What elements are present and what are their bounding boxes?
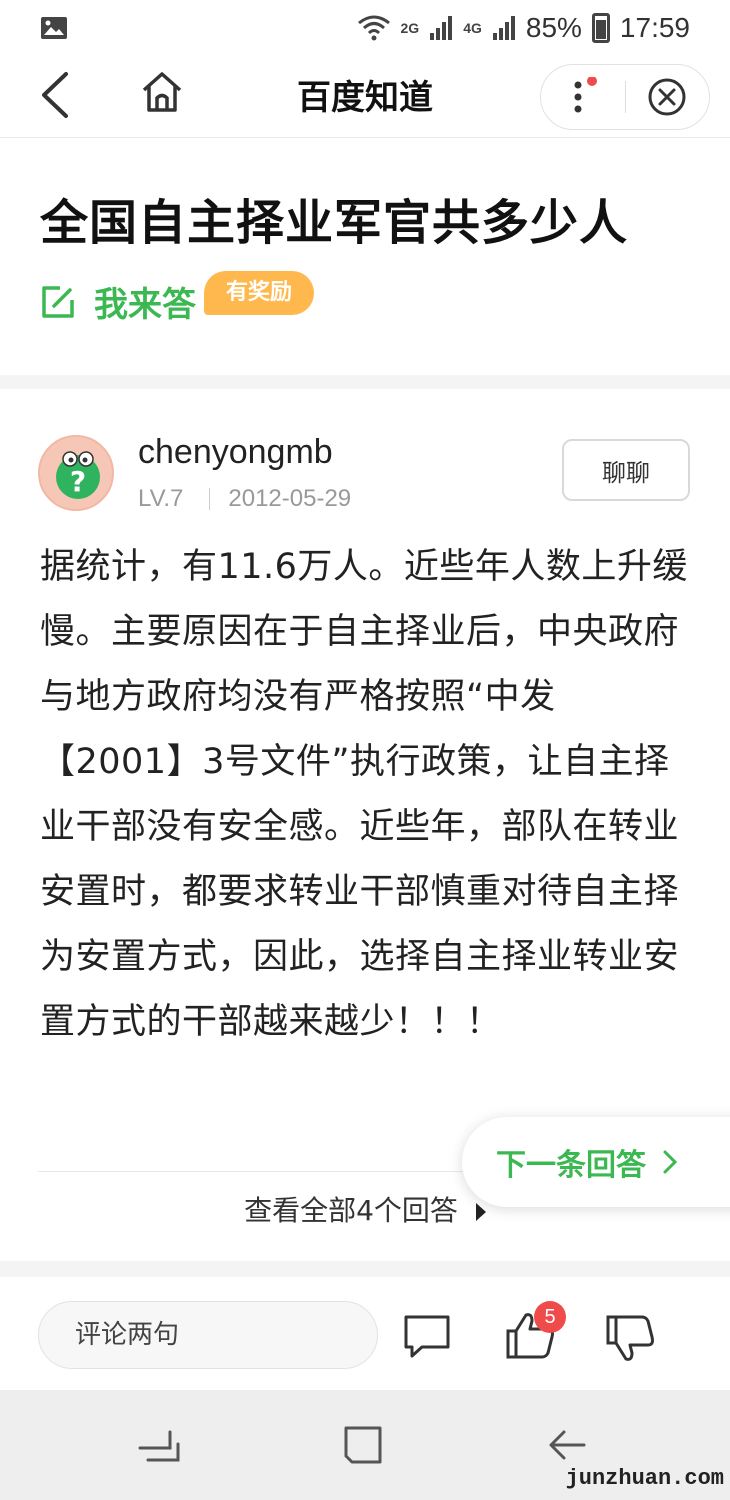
close-button[interactable] (626, 65, 710, 129)
network-4g-label: 4G (463, 20, 482, 36)
question-title: 全国自主择业军官共多少人 (40, 195, 629, 251)
triangle-right-icon (475, 1203, 486, 1221)
answer-text: 据统计，有11.6万人。近些年人数上升缓慢。主要原因在于自主择业后，中央政府与地… (40, 547, 688, 1042)
edit-icon (42, 285, 74, 318)
view-all-label: 查看全部4个回答 (244, 1194, 458, 1227)
svg-text:?: ? (70, 465, 86, 498)
section-divider (0, 375, 730, 389)
mini-program-capsule (540, 64, 710, 130)
system-nav-bar: junzhuan.com (0, 1390, 730, 1500)
next-answer-label: 下一条回答 (496, 1148, 646, 1183)
answer-question-button[interactable]: 我来答 (40, 277, 196, 326)
chevron-right-icon (663, 1150, 678, 1174)
status-bar: 2G 4G 85% 17:59 (0, 0, 730, 56)
comment-input[interactable]: 评论两句 (38, 1301, 378, 1369)
chat-button[interactable]: 聊聊 (562, 439, 690, 501)
top-nav-bar: 百度知道 (0, 56, 730, 138)
home-icon[interactable] (140, 70, 184, 114)
avatar[interactable]: ? (38, 435, 114, 511)
bottom-action-bar: 评论两句 5 (0, 1277, 730, 1390)
battery-percent: 85% (525, 12, 582, 43)
user-meta: LV.7 2012-05-29 (138, 485, 351, 513)
more-button[interactable] (541, 65, 625, 129)
battery-icon (591, 13, 610, 43)
signal-icon (492, 16, 515, 40)
answer-date: 2012-05-29 (228, 485, 352, 512)
like-count-badge: 5 (534, 1301, 566, 1333)
clock: 17:59 (619, 12, 690, 43)
user-level: LV.7 (138, 485, 184, 512)
back-arrow-icon[interactable] (546, 1424, 588, 1466)
answer-card: ? chenyongmb LV.7 2012-05-29 聊聊 据统计，有11.… (0, 389, 730, 1261)
image-notification-icon (41, 17, 67, 39)
network-2g-label: 2G (400, 20, 420, 36)
section-divider (0, 1261, 730, 1277)
home-square-icon[interactable] (342, 1424, 384, 1466)
recent-apps-icon[interactable] (138, 1426, 180, 1466)
signal-icon (430, 16, 453, 40)
comment-icon[interactable] (400, 1309, 454, 1363)
back-icon[interactable] (36, 70, 76, 120)
close-icon (648, 78, 686, 116)
question-header: 全国自主择业军官共多少人 我来答 有奖励 (0, 139, 730, 375)
user-name[interactable]: chenyongmb (138, 433, 333, 472)
meta-separator (209, 488, 211, 510)
watermark: junzhuan.com (565, 1466, 724, 1491)
next-answer-button[interactable]: 下一条回答 (462, 1117, 730, 1207)
answer-button-label: 我来答 (94, 285, 196, 325)
reward-badge: 有奖励 (204, 271, 315, 315)
wifi-icon (357, 15, 390, 41)
thumbs-down-icon[interactable] (602, 1311, 658, 1367)
question-mark-avatar-icon: ? (56, 451, 100, 499)
more-icon (574, 77, 597, 113)
